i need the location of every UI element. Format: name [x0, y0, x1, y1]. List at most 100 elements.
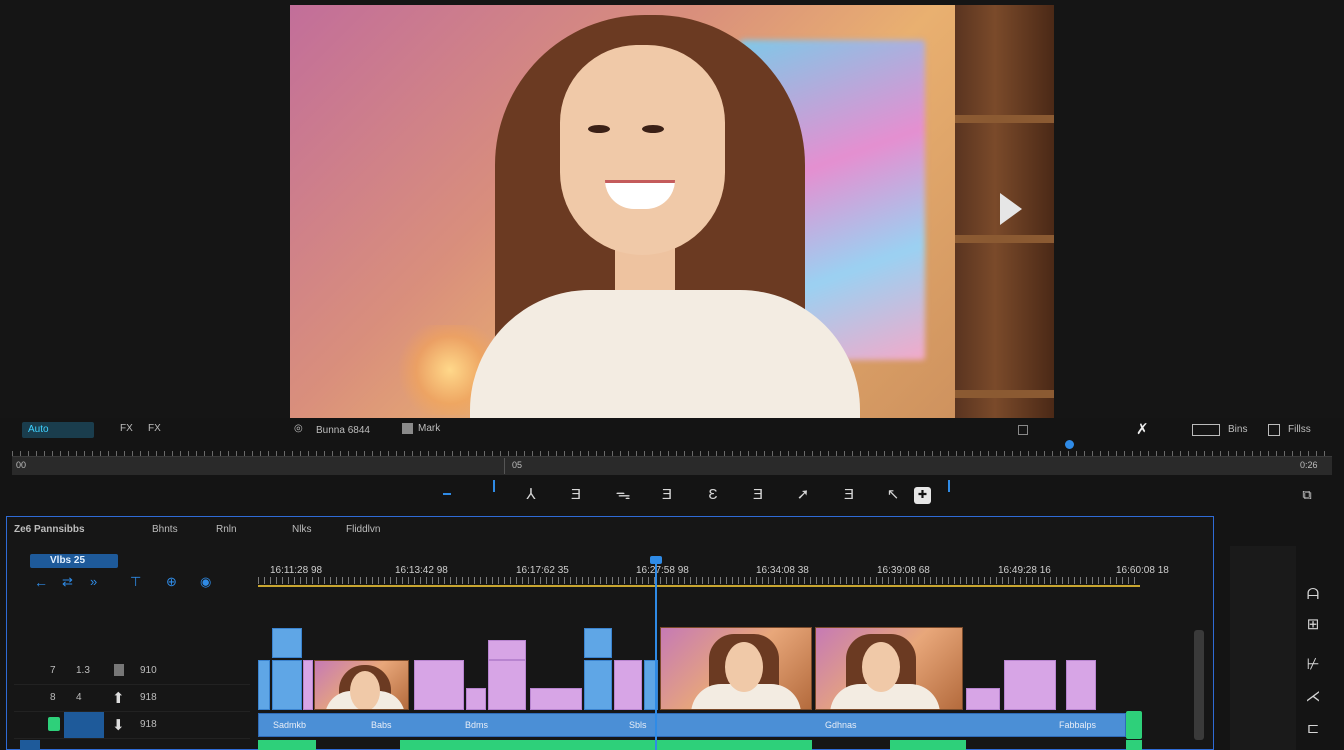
download-arrow-icon[interactable]: ⬇ — [112, 716, 125, 734]
video-clip[interactable] — [966, 688, 1000, 710]
viewer-scrubber[interactable] — [12, 456, 1332, 475]
export-frame-icon[interactable]: ⧉ — [1296, 484, 1318, 506]
settings-icon[interactable]: ◉ — [200, 574, 211, 590]
select-tool-icon[interactable]: ↖ — [882, 484, 904, 506]
in-marker-icon[interactable] — [443, 493, 451, 495]
video-clip-thumbnail[interactable] — [815, 627, 963, 710]
ripple-tool-icon[interactable]: Ǝ — [565, 484, 587, 506]
settings-wrench-icon[interactable]: ✗ — [1136, 420, 1149, 438]
audio-clip-label: Babs — [371, 720, 392, 730]
upload-arrow-icon[interactable]: ⬆ — [112, 689, 125, 707]
track-select-block[interactable] — [64, 712, 104, 738]
tab-nlks[interactable]: Nlks — [292, 524, 311, 535]
back-arrow-icon[interactable]: ← — [34, 574, 48, 590]
track-header-v3: 7 1.3 910 — [14, 658, 250, 685]
panel-grid-icon[interactable]: ⊞ — [1302, 614, 1324, 636]
program-video-frame[interactable] — [290, 5, 1054, 418]
video-clip[interactable] — [488, 660, 526, 710]
track-enabled-icon[interactable] — [48, 717, 60, 731]
ruler-mid: 05 — [512, 460, 523, 470]
video-clip[interactable] — [466, 688, 486, 710]
rate-tool-icon[interactable]: Ǝ — [747, 484, 769, 506]
audio-clip-label: Gdhnas — [825, 720, 857, 730]
panel-trim-icon[interactable]: ⊏ — [1302, 718, 1324, 740]
tab-sequence[interactable]: Ze6 Pannsibbs — [14, 524, 85, 535]
roll-tool-icon[interactable]: ᯓ — [612, 484, 634, 506]
video-clip[interactable] — [614, 660, 642, 710]
razor-tool-icon[interactable]: ⅄ — [520, 484, 542, 506]
fx-label[interactable]: FX — [120, 423, 133, 434]
video-clip[interactable] — [584, 660, 612, 710]
track-value: 910 — [140, 665, 157, 676]
person-eye — [588, 125, 610, 133]
volume-slider-thumb[interactable] — [1065, 440, 1074, 449]
timeline-vertical-scrollbar[interactable] — [1194, 630, 1204, 740]
marker-icon[interactable]: ⊤ — [130, 574, 141, 590]
audio-end-handle[interactable] — [1126, 711, 1142, 739]
lock-icon[interactable] — [114, 664, 124, 676]
audio-clip-label: Sadmkb — [273, 720, 307, 730]
track-sync-label: 4 — [76, 692, 82, 703]
captions-icon[interactable]: ⊕ — [166, 574, 177, 590]
audio-waveform-clip[interactable] — [890, 740, 966, 750]
audio-waveform-clip[interactable] — [1126, 740, 1142, 750]
shelf-board — [955, 115, 1054, 123]
video-clip[interactable] — [488, 640, 526, 660]
audio-waveform-clip[interactable] — [258, 740, 316, 750]
video-clip-thumbnail[interactable] — [314, 660, 409, 710]
export-icon[interactable] — [1268, 424, 1280, 436]
slip-tool-icon[interactable]: Ǝ — [656, 484, 678, 506]
edit-tool-row: ⅄ Ǝ ᯓ Ǝ Ɛ Ǝ ➚ Ǝ ↖ ✚ ⧉ — [0, 480, 1344, 510]
snap-icon[interactable]: » — [90, 574, 97, 589]
timecode: 16:11:28 98 — [270, 565, 323, 576]
panel-crop-icon[interactable]: ⊬ — [1302, 654, 1324, 676]
audio-track-tab[interactable] — [20, 740, 40, 750]
fx-label-2[interactable]: FX — [148, 423, 161, 434]
tab-effects[interactable]: Bhnts — [152, 524, 178, 535]
panel-transform-icon[interactable]: ⋌ — [1302, 686, 1324, 708]
mark-label[interactable]: Mark — [418, 423, 440, 434]
person-face — [560, 45, 725, 255]
track-target-icon[interactable]: 7 — [50, 665, 56, 676]
playhead-line[interactable] — [655, 558, 657, 750]
video-clip[interactable] — [1004, 660, 1056, 710]
tab-rnln[interactable]: Rnln — [216, 524, 237, 535]
video-clip[interactable] — [272, 628, 302, 658]
video-clip[interactable] — [272, 660, 302, 710]
track-name-badge[interactable]: Vlbs 25 — [30, 554, 118, 568]
track-value: 918 — [140, 692, 157, 703]
timecode: 16:34:08 38 — [756, 565, 809, 576]
video-clip[interactable] — [584, 628, 612, 658]
track-target-icon[interactable]: 8 — [50, 692, 56, 703]
play-icon[interactable] — [1000, 193, 1022, 225]
video-clip[interactable] — [414, 660, 464, 710]
auto-badge[interactable]: Auto — [22, 422, 94, 438]
panel-tool-icon[interactable]: ᗩ — [1302, 584, 1324, 606]
track-header-v2: 8 4 ⬆ 918 — [14, 685, 250, 712]
video-clip[interactable] — [303, 660, 313, 710]
video-clip[interactable] — [1066, 660, 1096, 710]
fills-button[interactable]: Fillss — [1288, 424, 1311, 435]
slide-tool-icon[interactable]: Ɛ — [702, 484, 724, 506]
link-icon[interactable]: ⇄ — [62, 574, 73, 590]
bins-button[interactable]: Bins — [1228, 424, 1247, 435]
audio-waveform-clip[interactable] — [400, 740, 812, 750]
hand-tool-icon[interactable]: Ǝ — [838, 484, 860, 506]
video-clip-thumbnail[interactable] — [660, 627, 812, 710]
video-clip[interactable] — [530, 688, 582, 710]
track-name-label: Vlbs 25 — [50, 555, 86, 566]
display-mode-icon[interactable] — [1192, 424, 1220, 436]
right-panel-inner — [1230, 546, 1296, 750]
mark-square-icon[interactable] — [402, 423, 413, 434]
audio-clip-track[interactable]: Sadmkb Babs Bdms Sbls Gdhnas Fabbalps — [258, 713, 1126, 737]
zoom-icon[interactable]: ◎ — [294, 423, 303, 434]
tab-fliddlvn[interactable]: Fliddlvn — [346, 524, 380, 535]
track-sync-label: 1.3 — [76, 665, 90, 676]
pen-tool-icon[interactable]: ➚ — [792, 484, 814, 506]
video-clip[interactable] — [258, 660, 270, 710]
add-marker-button[interactable]: ✚ — [914, 487, 931, 504]
track-value: 918 — [140, 719, 157, 730]
audio-clip-label: Bdms — [465, 720, 489, 730]
safe-margin-icon[interactable] — [1018, 425, 1028, 435]
zoom-label[interactable]: Bunna 6844 — [316, 425, 370, 436]
